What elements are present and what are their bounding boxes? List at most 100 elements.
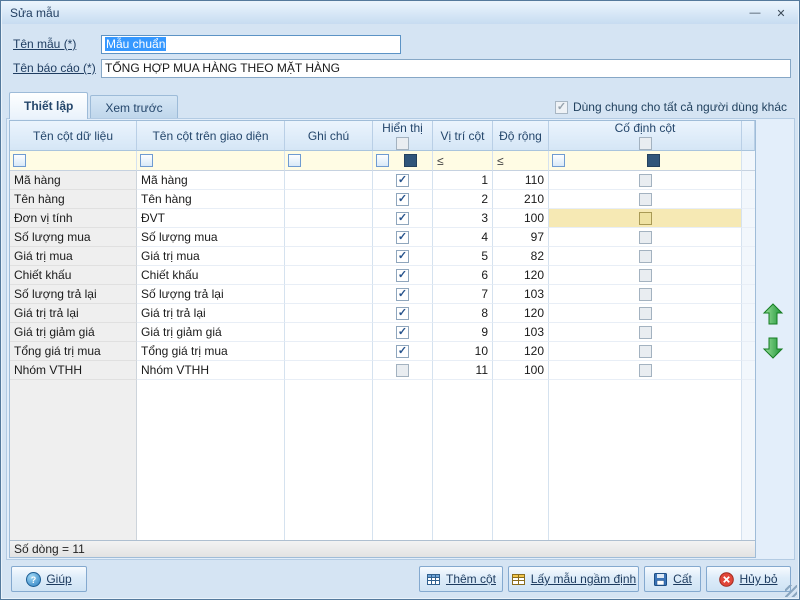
cell-fixed[interactable] bbox=[549, 304, 742, 323]
indeterminate-checkbox-icon[interactable] bbox=[404, 154, 417, 167]
cell-visible[interactable]: ✓ bbox=[373, 285, 433, 304]
table-row[interactable]: Tên hàngTên hàng✓2210 bbox=[10, 190, 755, 209]
visible-checkbox[interactable]: ✓ bbox=[396, 250, 409, 263]
header-position[interactable]: Vị trí cột bbox=[433, 121, 493, 151]
cell-data-column[interactable]: Tổng giá trị mua bbox=[10, 342, 137, 361]
cell-note[interactable] bbox=[285, 228, 373, 247]
cell-fixed[interactable] bbox=[549, 190, 742, 209]
cell-width[interactable]: 82 bbox=[493, 247, 549, 266]
cell-note[interactable] bbox=[285, 361, 373, 380]
visible-checkbox[interactable]: ✓ bbox=[396, 288, 409, 301]
header-data-column[interactable]: Tên cột dữ liệu bbox=[10, 121, 137, 151]
cell-visible[interactable]: ✓ bbox=[373, 171, 433, 190]
cell-note[interactable] bbox=[285, 342, 373, 361]
less-equal-icon[interactable]: ≤ bbox=[437, 154, 444, 168]
cell-fixed[interactable] bbox=[549, 342, 742, 361]
header-visible-checkbox[interactable] bbox=[396, 137, 409, 150]
close-icon[interactable]: ✕ bbox=[772, 5, 790, 21]
visible-checkbox[interactable]: ✓ bbox=[396, 193, 409, 206]
cell-position[interactable]: 9 bbox=[433, 323, 493, 342]
less-equal-icon[interactable]: ≤ bbox=[497, 154, 504, 168]
cell-note[interactable] bbox=[285, 285, 373, 304]
header-width[interactable]: Độ rộng bbox=[493, 121, 549, 151]
table-row[interactable]: Giá trị muaGiá trị mua ✓ 582 bbox=[10, 247, 755, 266]
filter-icon[interactable] bbox=[552, 154, 565, 167]
filter-icon[interactable] bbox=[13, 154, 26, 167]
visible-checkbox[interactable]: ✓ bbox=[396, 231, 409, 244]
cell-visible[interactable]: ✓ bbox=[373, 228, 433, 247]
fixed-checkbox[interactable] bbox=[639, 288, 652, 301]
cell-ui-column[interactable]: Số lượng mua bbox=[137, 228, 285, 247]
cell-fixed[interactable] bbox=[549, 228, 742, 247]
cell-note[interactable] bbox=[285, 171, 373, 190]
default-template-button[interactable]: Lấy mẫu ngầm định bbox=[508, 566, 639, 592]
fixed-checkbox[interactable] bbox=[639, 250, 652, 263]
cell-ui-column[interactable]: Giá trị mua bbox=[137, 247, 285, 266]
cell-note[interactable] bbox=[285, 323, 373, 342]
table-row[interactable]: Nhóm VTHHNhóm VTHH11100 bbox=[10, 361, 755, 380]
cell-width[interactable]: 210 bbox=[493, 190, 549, 209]
visible-checkbox[interactable]: ✓ bbox=[396, 326, 409, 339]
cell-position[interactable]: 7 bbox=[433, 285, 493, 304]
filter-note[interactable] bbox=[285, 151, 373, 171]
header-fixed-checkbox[interactable] bbox=[639, 137, 652, 150]
cell-visible[interactable]: ✓ bbox=[373, 266, 433, 285]
fixed-checkbox[interactable] bbox=[639, 269, 652, 282]
header-ui-column[interactable]: Tên cột trên giao diện bbox=[137, 121, 285, 151]
header-note[interactable]: Ghi chú bbox=[285, 121, 373, 151]
cell-width[interactable]: 120 bbox=[493, 304, 549, 323]
table-row[interactable]: Đơn vị tínhĐVT✓3100 bbox=[10, 209, 755, 228]
visible-checkbox[interactable]: ✓ bbox=[396, 345, 409, 358]
resize-grip[interactable] bbox=[785, 585, 797, 597]
share-checkbox[interactable]: ✓ bbox=[555, 101, 568, 114]
indeterminate-checkbox-icon[interactable] bbox=[647, 154, 660, 167]
visible-checkbox[interactable]: ✓ bbox=[396, 269, 409, 282]
cell-note[interactable] bbox=[285, 209, 373, 228]
fixed-checkbox[interactable] bbox=[639, 174, 652, 187]
cell-note[interactable] bbox=[285, 247, 373, 266]
fixed-checkbox[interactable] bbox=[639, 345, 652, 358]
header-visible[interactable]: Hiển thị bbox=[373, 121, 433, 151]
table-row[interactable]: Tổng giá trị muaTổng giá trị mua✓10120 bbox=[10, 342, 755, 361]
filter-data-column[interactable] bbox=[10, 151, 137, 171]
cell-width[interactable]: 103 bbox=[493, 323, 549, 342]
filter-icon[interactable] bbox=[288, 154, 301, 167]
cell-position[interactable]: 2 bbox=[433, 190, 493, 209]
add-column-button[interactable]: Thêm cột bbox=[419, 566, 503, 592]
visible-checkbox[interactable]: ✓ bbox=[396, 307, 409, 320]
cell-position[interactable]: 8 bbox=[433, 304, 493, 323]
cell-position[interactable]: 5 bbox=[433, 247, 493, 266]
cell-width[interactable]: 100 bbox=[493, 209, 549, 228]
cell-width[interactable]: 110 bbox=[493, 171, 549, 190]
cell-visible[interactable]: ✓ bbox=[373, 323, 433, 342]
filter-fixed[interactable] bbox=[549, 151, 742, 171]
cell-visible[interactable]: ✓ bbox=[373, 209, 433, 228]
table-row[interactable]: Số lượng muaSố lượng mua✓497 bbox=[10, 228, 755, 247]
table-row[interactable]: Chiết khấuChiết khấu✓6120 bbox=[10, 266, 755, 285]
share-checkbox-row[interactable]: ✓ Dùng chung cho tất cả người dùng khác bbox=[555, 100, 787, 114]
visible-checkbox[interactable]: ✓ bbox=[396, 212, 409, 225]
cell-note[interactable] bbox=[285, 190, 373, 209]
cell-ui-column[interactable]: Tổng giá trị mua bbox=[137, 342, 285, 361]
cell-data-column[interactable]: Giá trị mua bbox=[10, 247, 137, 266]
template-name-input[interactable]: Mẫu chuẩn bbox=[101, 35, 401, 54]
filter-icon[interactable] bbox=[140, 154, 153, 167]
cell-data-column[interactable]: Giá trị giảm giá bbox=[10, 323, 137, 342]
save-button[interactable]: Cất bbox=[644, 566, 701, 592]
cell-fixed[interactable] bbox=[549, 209, 742, 228]
cell-position[interactable]: 3 bbox=[433, 209, 493, 228]
cell-fixed[interactable] bbox=[549, 323, 742, 342]
cell-ui-column[interactable]: Số lượng trả lại bbox=[137, 285, 285, 304]
fixed-checkbox[interactable] bbox=[639, 193, 652, 206]
cell-visible[interactable] bbox=[373, 361, 433, 380]
cell-position[interactable]: 11 bbox=[433, 361, 493, 380]
fixed-checkbox[interactable] bbox=[639, 231, 652, 244]
cell-ui-column[interactable]: Mã hàng bbox=[137, 171, 285, 190]
cell-note[interactable] bbox=[285, 266, 373, 285]
cell-width[interactable]: 100 bbox=[493, 361, 549, 380]
table-row[interactable]: Giá trị trả lạiGiá trị trả lại✓8120 bbox=[10, 304, 755, 323]
move-down-button[interactable] bbox=[760, 335, 786, 361]
cell-fixed[interactable] bbox=[549, 285, 742, 304]
cell-data-column[interactable]: Mã hàng bbox=[10, 171, 137, 190]
cell-width[interactable]: 120 bbox=[493, 342, 549, 361]
